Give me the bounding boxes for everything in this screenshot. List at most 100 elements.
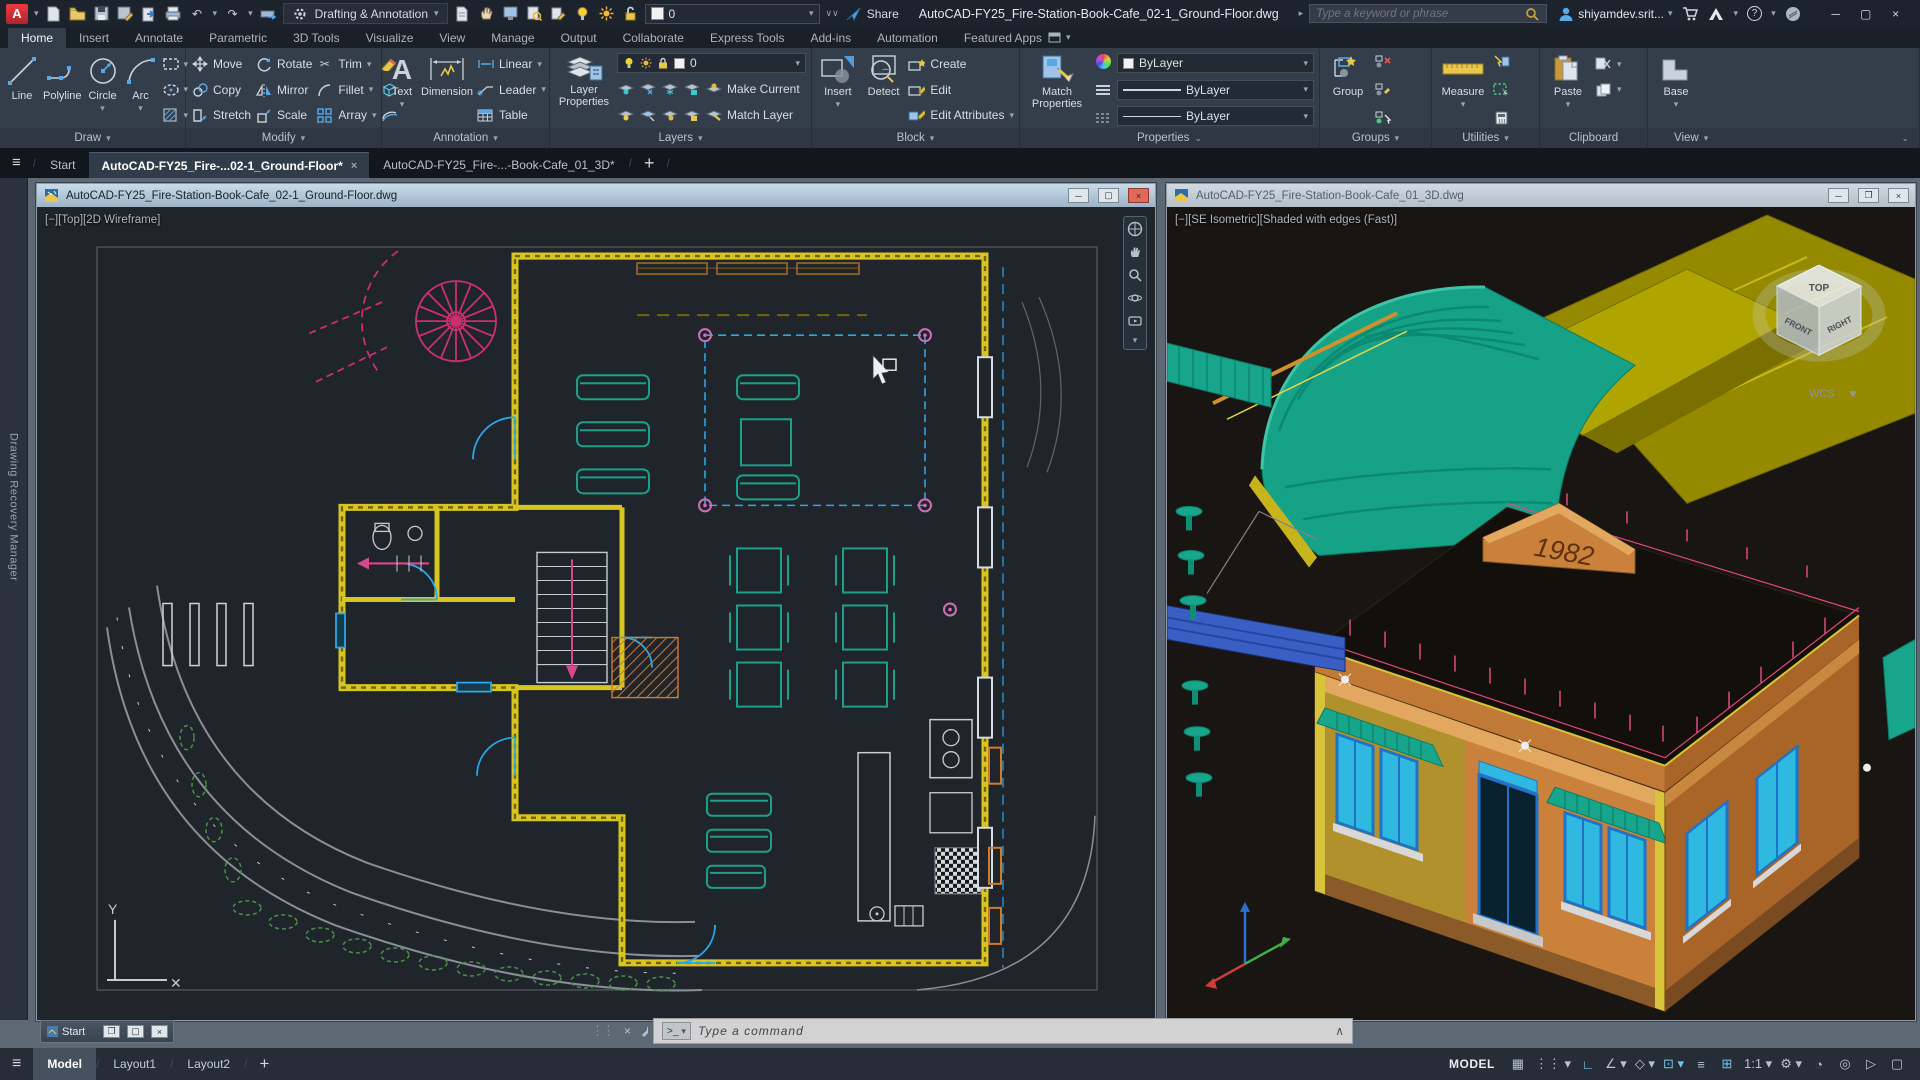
command-line-bar[interactable]: >_ ▾ Type a command ∧ (653, 1018, 1353, 1044)
unlock-icon[interactable] (622, 5, 639, 22)
model-tab[interactable]: Model (33, 1048, 96, 1080)
autodesk-dropdown-icon[interactable]: ▾ (1734, 8, 1739, 19)
quick-select-icon[interactable] (1493, 53, 1510, 70)
measure-button[interactable]: Measure▾ (1437, 51, 1489, 128)
command-close-icon[interactable]: × (619, 1024, 636, 1038)
drawing-window-2d[interactable]: AutoCAD-FY25_Fire-Station-Book-Cafe_02-1… (36, 183, 1156, 1021)
clean-screen-icon[interactable]: ▢ (1884, 1052, 1910, 1076)
autocad-logo[interactable]: A (6, 4, 28, 24)
drawing-recovery-panel[interactable]: Drawing Recovery Manager (0, 178, 28, 1020)
open-file-icon[interactable] (69, 5, 86, 22)
copy-clip-icon[interactable] (1595, 81, 1612, 98)
ribbon-tab[interactable]: View (426, 28, 478, 48)
help-icon[interactable]: ? (1747, 6, 1762, 21)
insert-button[interactable]: Insert▾ (817, 51, 859, 128)
undo-icon[interactable]: ↶ (189, 5, 206, 22)
ribbon-tab[interactable]: Annotate (122, 28, 196, 48)
doc-close-button[interactable]: × (1128, 188, 1149, 203)
window-maximize-button[interactable]: ▢ (1851, 2, 1881, 26)
linear-dimension-button[interactable]: Linear▾ (477, 53, 546, 75)
scale-button[interactable]: Scale (255, 104, 312, 126)
model-space-toggle[interactable]: MODEL (1449, 1057, 1495, 1071)
help-dropdown-icon[interactable]: ▾ (1771, 8, 1776, 19)
file-tabs-menu-icon[interactable]: ≡ (6, 154, 31, 173)
polyline-button[interactable]: Polyline (43, 51, 82, 128)
qat-layer-combo[interactable]: 0 ▾ (645, 4, 820, 24)
grid-icon[interactable]: ▦ (1505, 1052, 1531, 1076)
annotation-monitor-icon[interactable]: ◔ (1806, 1052, 1832, 1076)
new-file-icon[interactable] (45, 5, 62, 22)
group-select-icon[interactable] (1375, 109, 1392, 126)
file-tab-ground-floor[interactable]: AutoCAD-FY25_Fire-...02-1_Ground-Floor*× (89, 152, 369, 178)
viewport-controls-3d[interactable]: [−][SE Isometric][Shaded with edges (Fas… (1175, 214, 1397, 226)
floor-plan-canvas[interactable]: Y ✕ (37, 207, 1155, 1020)
rectangle-tool-icon[interactable] (162, 56, 179, 73)
selection-cycling-icon[interactable]: ⊞ (1714, 1052, 1740, 1076)
modify-panel-label[interactable]: Modify▾ (186, 128, 381, 148)
window-close-button[interactable]: × (1881, 2, 1911, 26)
graphics-performance-icon[interactable]: ▷ (1858, 1052, 1884, 1076)
command-expand-icon[interactable]: ∧ (1335, 1024, 1344, 1038)
ribbon-tab[interactable]: Add-ins (797, 28, 864, 48)
linetype-dropdown[interactable]: ByLayer▾ (1117, 106, 1314, 126)
search-box[interactable] (1309, 4, 1547, 23)
zoom-icon[interactable] (1127, 266, 1144, 283)
layers-panel-label[interactable]: Layers▾ (550, 128, 811, 148)
start-close-button[interactable]: × (151, 1025, 168, 1038)
properties-panel-label[interactable]: Properties⌄ (1020, 128, 1319, 148)
print-icon[interactable] (165, 5, 182, 22)
match-properties-button[interactable]: Match Properties (1025, 51, 1089, 128)
qat-customize-icon[interactable]: ∨∨ (826, 8, 839, 19)
window-minimize-button[interactable]: ─ (1821, 2, 1851, 26)
ribbon-tab[interactable]: Insert (66, 28, 122, 48)
array-button[interactable]: Array▾ (316, 104, 376, 126)
match-layer-button[interactable]: Match Layer (705, 104, 793, 126)
ellipse-tool-icon[interactable] (162, 81, 179, 98)
sheet-set-icon[interactable] (454, 5, 471, 22)
detect-button[interactable]: Detect (863, 51, 905, 128)
model-3d-canvas[interactable]: 1982 (1167, 207, 1915, 1020)
line-button[interactable]: Line (5, 51, 39, 128)
calculator-icon[interactable] (1493, 109, 1510, 126)
navigation-bar[interactable]: ▾ (1123, 216, 1147, 350)
window-2d-titlebar[interactable]: AutoCAD-FY25_Fire-Station-Book-Cafe_02-1… (37, 184, 1155, 207)
window-3d-titlebar[interactable]: AutoCAD-FY25_Fire-Station-Book-Cafe_01_3… (1167, 184, 1915, 207)
pan-icon[interactable] (1127, 243, 1144, 260)
group-edit-icon[interactable] (1375, 81, 1392, 98)
move-button[interactable]: Move (191, 53, 251, 75)
file-tab-start[interactable]: Start (38, 152, 87, 178)
doc3d-restore-button[interactable]: ❐ (1858, 188, 1879, 203)
show-motion-icon[interactable] (1127, 312, 1144, 329)
full-navigation-wheel-icon[interactable] (1127, 220, 1144, 237)
save-as-icon[interactable] (117, 5, 134, 22)
orbit-icon[interactable] (1127, 289, 1144, 306)
layer-isolate-icon[interactable] (639, 80, 656, 97)
minimized-start-window[interactable]: Start ❐ ▢ × (40, 1020, 174, 1043)
draw-panel-label[interactable]: Draw▾ (0, 128, 185, 148)
ribbon-tab[interactable]: Automation (864, 28, 951, 48)
doc3d-close-button[interactable]: × (1888, 188, 1909, 203)
command-tools-icon[interactable] (636, 1023, 653, 1040)
user-account[interactable]: shiyamdev.srit... ▾ (1557, 5, 1672, 22)
paste-button[interactable]: Paste▾ (1545, 51, 1591, 128)
object-snap-icon[interactable]: ⊡ ▾ (1659, 1052, 1688, 1076)
autodesk-logo-icon[interactable] (1708, 5, 1725, 22)
pan-hand-icon[interactable] (478, 5, 495, 22)
layer-off-icon[interactable] (617, 80, 634, 97)
sun-icon[interactable] (598, 5, 615, 22)
make-current-button[interactable]: Make Current (705, 78, 800, 100)
command-input[interactable]: Type a command (698, 1024, 1328, 1038)
doc3d-minimize-button[interactable]: ─ (1828, 188, 1849, 203)
text-button[interactable]: A Text▾ (387, 51, 417, 128)
snap-mode-icon[interactable]: ⋮⋮ ▾ (1531, 1052, 1575, 1076)
light-bulb-icon[interactable] (574, 5, 591, 22)
lineweight-icon[interactable]: ≡ (1688, 1052, 1714, 1076)
base-button[interactable]: Base▾ (1653, 51, 1699, 128)
layout1-tab[interactable]: Layout1 (99, 1048, 170, 1080)
drawing-window-3d[interactable]: AutoCAD-FY25_Fire-Station-Book-Cafe_01_3… (1166, 183, 1916, 1021)
assistant-icon[interactable] (1785, 5, 1802, 22)
isolate-objects-icon[interactable]: ◎ (1832, 1052, 1858, 1076)
ungroup-icon[interactable] (1375, 53, 1392, 70)
properties-monitor-icon[interactable] (502, 5, 519, 22)
groups-panel-label[interactable]: Groups▾ (1320, 128, 1431, 148)
